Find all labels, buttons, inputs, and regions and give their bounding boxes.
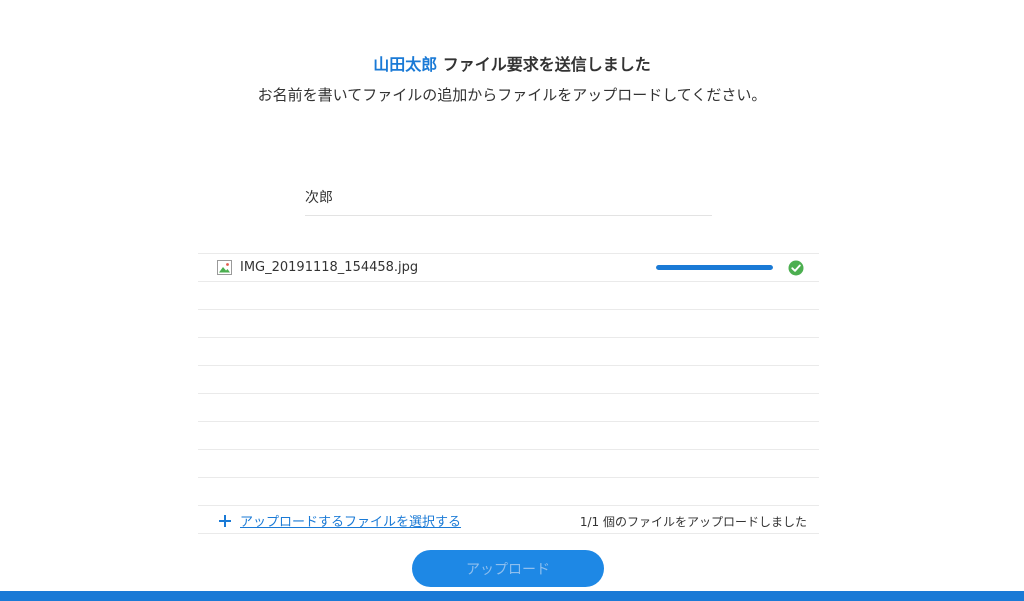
upload-progress-fill: [656, 265, 773, 270]
upload-status-text: 1/1 個のファイルをアップロードしました: [579, 515, 807, 529]
empty-file-row: [198, 365, 819, 393]
empty-file-row: [198, 281, 819, 309]
empty-file-row: [198, 309, 819, 337]
sender-name: 山田太郎: [373, 55, 438, 74]
name-input[interactable]: [305, 178, 712, 216]
image-file-icon: [217, 260, 232, 275]
upload-progress-bar: [656, 265, 773, 270]
empty-file-row: [198, 337, 819, 365]
empty-file-row: [198, 449, 819, 477]
file-request-page: 山田太郎 ファイル要求を送信しました お名前を書いてファイルの追加からファイルを…: [0, 0, 1024, 601]
empty-file-row: [198, 421, 819, 449]
upload-button[interactable]: アップロード: [412, 550, 604, 587]
empty-file-row: [198, 477, 819, 506]
check-circle-icon: [788, 260, 804, 276]
file-list-footer: アップロードするファイルを選択する 1/1 個のファイルをアップロードしました: [198, 505, 819, 534]
file-list: IMG_20191118_154458.jpg: [198, 253, 819, 506]
page-subtitle: お名前を書いてファイルの追加からファイルをアップロードしてください。: [257, 86, 767, 104]
file-row: IMG_20191118_154458.jpg: [198, 253, 819, 281]
empty-file-row: [198, 393, 819, 421]
select-files-link[interactable]: アップロードするファイルを選択する: [218, 511, 461, 530]
select-files-label[interactable]: アップロードするファイルを選択する: [240, 511, 461, 530]
file-name: IMG_20191118_154458.jpg: [240, 260, 419, 275]
page-title: 山田太郎 ファイル要求を送信しました: [0, 51, 1024, 75]
title-suffix: ファイル要求を送信しました: [437, 55, 651, 74]
plus-icon: [219, 514, 231, 527]
bottom-accent-bar: [0, 591, 1024, 601]
